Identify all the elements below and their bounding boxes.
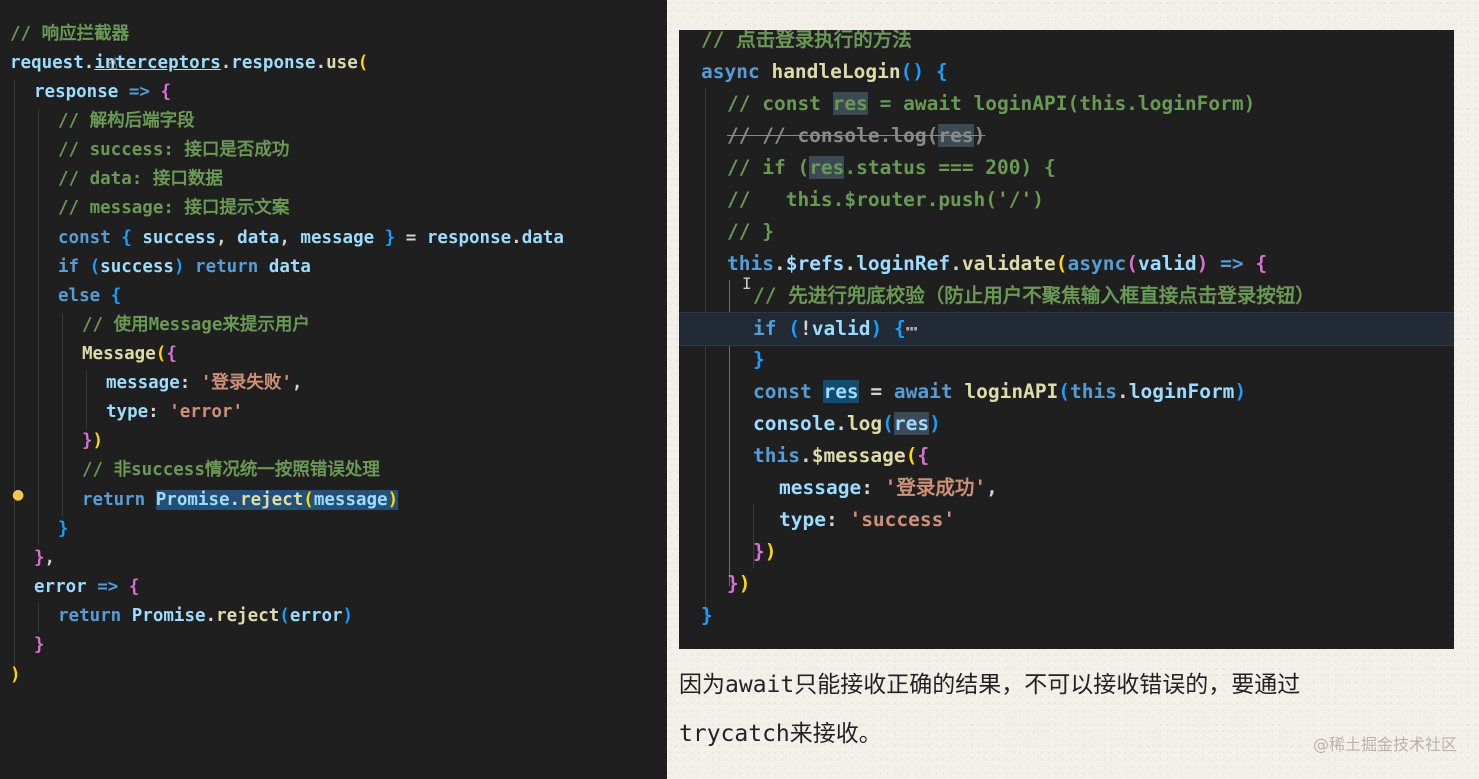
code-line: const res = await loginAPI(this.loginFor… — [753, 380, 1247, 403]
code-line: } — [58, 519, 69, 539]
code-line: // data: 接口数据 — [58, 169, 223, 189]
code-line: // 非success情况统一按照错误处理 — [82, 460, 380, 480]
code-line: // 点击登录执行的方法 — [701, 30, 912, 51]
current-code-line: if (!valid) {⋯ — [679, 312, 1454, 346]
hand-pointer-icon: ☝ — [108, 54, 118, 73]
code-line: // 先进行兜底校验（防止用户不聚焦输入框直接点击登录按钮） — [753, 284, 1315, 307]
text-cursor-icon: I — [742, 274, 752, 293]
code-line: response => { — [34, 82, 172, 102]
code-line: } — [34, 635, 45, 655]
code-line: // success: 接口是否成功 — [58, 140, 290, 160]
left-code-editor[interactable]: // 响应拦截器 request.interceptors.response.u… — [0, 0, 667, 779]
code-line: return Promise.reject(message) — [82, 490, 399, 510]
code-line: this.$message({ — [753, 444, 930, 467]
code-line: ) — [10, 665, 21, 685]
right-code-area[interactable]: // 点击登录执行的方法 async handleLogin() { // co… — [679, 30, 1454, 649]
code-line: // 使用Message来提示用户 — [82, 315, 310, 335]
code-line: // } — [727, 220, 774, 243]
lightbulb-icon[interactable]: ● — [12, 487, 24, 503]
code-line: // if (res.status === 200) { — [727, 156, 1056, 179]
code-line: } — [701, 604, 713, 627]
code-line: Message({ — [82, 344, 177, 364]
code-line: message: '登录失败', — [106, 373, 303, 393]
code-line: // const res = await loginAPI(this.login… — [727, 92, 1256, 115]
code-line: error => { — [34, 577, 140, 597]
code-line: type: 'error' — [106, 402, 243, 422]
code-line: // this.$router.push('/') — [727, 188, 1044, 211]
caption-line-1: 因为await只能接收正确的结果，不可以接收错误的，要通过 — [679, 672, 1301, 698]
code-line: }) — [727, 572, 751, 595]
selected-text[interactable]: Promise.reject(message) — [155, 490, 399, 510]
code-line: // // console.log(res) — [727, 124, 986, 147]
code-line: return Promise.reject(error) — [58, 606, 354, 626]
code-line: }, — [34, 548, 56, 568]
code-line: // 响应拦截器 — [10, 24, 130, 44]
code-line: // message: 接口提示文案 — [58, 198, 290, 218]
code-line: async handleLogin() { — [701, 60, 948, 83]
code-line: }) — [82, 431, 104, 451]
watermark: @稀土掘金技术社区 — [1312, 735, 1457, 754]
code-line: if (success) return data — [58, 257, 311, 277]
code-line: const { success, data, message } = respo… — [58, 228, 564, 248]
code-line: request.interceptors.response.use( — [10, 53, 369, 73]
code-line: } — [753, 348, 765, 371]
code-line: // 解构后端字段 — [58, 111, 195, 131]
code-line: else { — [58, 286, 122, 306]
code-line: message: '登录成功', — [779, 476, 998, 499]
code-line: console.log(res) — [753, 412, 941, 435]
code-line: this.$refs.loginRef.validate(async(valid… — [727, 252, 1268, 275]
right-code-editor[interactable]: // 点击登录执行的方法 async handleLogin() { // co… — [679, 30, 1454, 649]
code-line: type: 'success' — [779, 508, 956, 531]
left-code-area[interactable]: // 响应拦截器 request.interceptors.response.u… — [0, 0, 667, 779]
folded-code-indicator[interactable]: ⋯ — [906, 317, 918, 340]
code-line: }) — [753, 540, 777, 563]
